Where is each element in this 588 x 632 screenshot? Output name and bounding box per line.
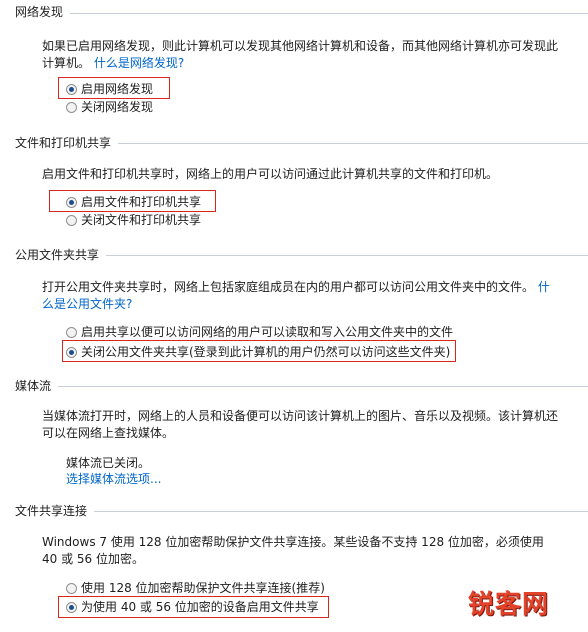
highlight-box xyxy=(58,596,329,618)
section-title-network-discovery: 网络发现 xyxy=(15,5,64,19)
radio-label: 使用 128 位加密帮助保护文件共享连接(推荐) xyxy=(81,581,325,595)
radio-disable-file-printer-sharing[interactable]: 关闭文件和打印机共享 xyxy=(66,211,201,229)
file-sharing-connections-description: Windows 7 使用 128 位加密帮助保护文件共享连接。某些设备不支持 1… xyxy=(42,535,544,566)
public-folder-sharing-description: 打开公用文件夹共享时，网络上包括家庭组成员在内的用户都可以访问公用文件夹中的文件… xyxy=(42,279,560,313)
section-title-file-sharing-connections: 文件共享连接 xyxy=(15,504,88,518)
section-divider xyxy=(106,255,588,256)
site-watermark-logo: 锐客网 xyxy=(468,590,550,620)
public-folder-desc-text: 打开公用文件夹共享时，网络上包括家庭组成员在内的用户都可以访问公用文件夹中的文件… xyxy=(42,280,535,294)
radio-label: 关闭文件和打印机共享 xyxy=(81,213,202,227)
section-title-media-streaming: 媒体流 xyxy=(15,379,52,393)
highlight-box xyxy=(62,340,456,362)
radio-128-bit-encryption[interactable]: 使用 128 位加密帮助保护文件共享连接(推荐) xyxy=(66,579,325,597)
radio-disable-network-discovery[interactable]: 关闭网络发现 xyxy=(66,98,153,116)
media-streaming-description: 当媒体流打开时，网络上的人员和设备便可以访问该计算机上的图片、音乐以及视频。该计… xyxy=(42,409,559,440)
section-title-public-folder-sharing: 公用文件夹共享 xyxy=(15,248,100,262)
choose-media-streaming-options-link[interactable]: 选择媒体流选项... xyxy=(66,470,161,488)
section-title-file-printer-sharing: 文件和打印机共享 xyxy=(15,136,112,150)
file-printer-sharing-description: 启用文件和打印机共享时，网络上的用户可以访问通过此计算机共享的文件和打印机。 xyxy=(42,167,499,181)
radio-enable-public-folder-sharing[interactable]: 启用共享以便可以访问网络的用户可以读取和写入公用文件夹中的文件 xyxy=(66,323,453,341)
radio-unselected-icon[interactable] xyxy=(66,327,77,338)
network-discovery-description: 如果已启用网络发现，则此计算机可以发现其他网络计算机和设备，而其他网络计算机亦可… xyxy=(42,38,560,72)
highlight-box xyxy=(58,77,170,99)
radio-unselected-icon[interactable] xyxy=(66,215,77,226)
section-divider xyxy=(118,143,588,144)
highlight-box xyxy=(49,190,216,212)
radio-label: 启用共享以便可以访问网络的用户可以读取和写入公用文件夹中的文件 xyxy=(81,325,454,339)
radio-unselected-icon[interactable] xyxy=(66,102,77,113)
what-is-network-discovery-link[interactable]: 什么是网络发现? xyxy=(94,56,184,70)
section-divider xyxy=(94,511,588,512)
section-divider xyxy=(58,386,588,387)
section-divider xyxy=(70,13,588,14)
radio-label: 关闭网络发现 xyxy=(81,100,154,114)
radio-unselected-icon[interactable] xyxy=(66,583,77,594)
